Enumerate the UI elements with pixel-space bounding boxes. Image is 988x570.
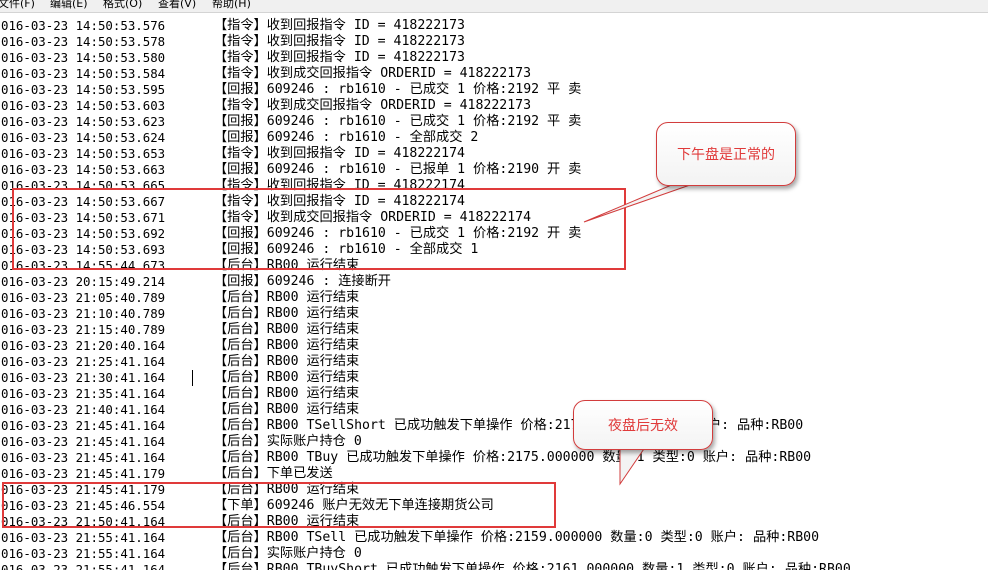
log-timestamp: 016-03-23 21:15:40.789: [1, 322, 166, 337]
log-timestamp: 016-03-23 14:50:53.671: [1, 210, 166, 225]
menu-bar: 文件(F) 编辑(E) 格式(O) 查看(V) 帮助(H): [0, 0, 988, 13]
log-message: 【回报】609246 : rb1610 - 已成交 1 价格:2192 开 卖: [214, 226, 582, 241]
log-message: 【后台】RB00 TSellShort 已成功触发下单操作 价格:2175 数量…: [214, 418, 804, 433]
log-timestamp: 016-03-23 21:10:40.789: [1, 306, 166, 321]
log-timestamp: 016-03-23 21:30:41.164: [1, 370, 166, 385]
log-timestamp: 016-03-23 14:50:53.576: [1, 18, 166, 33]
log-timestamp: 016-03-23 14:50:53.580: [1, 50, 166, 65]
log-message: 【回报】609246 : rb1610 - 已报单 1 价格:2190 开 卖: [214, 162, 582, 177]
log-timestamp: 016-03-23 14:50:53.623: [1, 114, 166, 129]
log-message: 【后台】RB00 运行结束: [214, 370, 360, 385]
log-timestamp: 016-03-23 14:50:53.692: [1, 226, 166, 241]
log-timestamp: 016-03-23 14:50:53.693: [1, 242, 166, 257]
menu-view[interactable]: 查看(V): [158, 0, 196, 11]
log-message: 【后台】RB00 运行结束: [214, 354, 360, 369]
log-message: 【后台】RB00 运行结束: [214, 386, 360, 401]
log-message: 【后台】RB00 运行结束: [214, 482, 360, 497]
log-timestamp: 016-03-23 14:50:53.624: [1, 130, 166, 145]
log-timestamp: 016-03-23 14:50:53.653: [1, 146, 166, 161]
log-timestamp: 016-03-23 14:50:53.578: [1, 34, 166, 49]
log-message: 【指令】收到回报指令 ID = 418222174: [214, 178, 465, 193]
log-timestamp: 016-03-23 21:45:41.164: [1, 434, 166, 449]
night-callout-text: 夜盘后无效: [608, 418, 678, 434]
log-message: 【后台】下单已发送: [214, 466, 333, 481]
log-timestamp: 016-03-23 21:50:41.164: [1, 514, 166, 529]
log-message: 【指令】收到成交回报指令 ORDERID = 418222173: [214, 98, 532, 113]
log-message: 【后台】实际账户持仓 0: [214, 546, 362, 561]
log-message: 【后台】RB00 运行结束: [214, 514, 360, 529]
log-timestamp: 016-03-23 21:25:41.164: [1, 354, 166, 369]
menu-file[interactable]: 文件(F): [0, 0, 35, 11]
log-timestamp: 016-03-23 14:50:53.595: [1, 82, 166, 97]
text-cursor: [192, 370, 193, 386]
log-timestamp: 016-03-23 14:50:53.584: [1, 66, 166, 81]
log-message: 【后台】RB00 TSell 已成功触发下单操作 价格:2159.000000 …: [214, 530, 820, 545]
log-message: 【后台】RB00 运行结束: [214, 258, 360, 273]
afternoon-callout: 下午盘是正常的: [656, 122, 796, 186]
log-message: 【下单】609246 账户无效无下单连接期货公司: [214, 498, 494, 513]
log-message: 【指令】收到回报指令 ID = 418222173: [214, 34, 465, 49]
log-message: 【后台】RB00 运行结束: [214, 306, 360, 321]
log-timestamp: 016-03-23 21:55:41.164: [1, 562, 166, 570]
log-timestamp: 016-03-23 21:45:46.554: [1, 498, 166, 513]
log-timestamp: 016-03-23 14:50:53.603: [1, 98, 166, 113]
log-text-area[interactable]: 016-03-23 14:50:53.576 【指令】收到回报指令 ID = 41…: [0, 16, 988, 570]
log-timestamp: 016-03-23 21:45:41.179: [1, 466, 166, 481]
log-timestamp: 016-03-23 21:55:41.164: [1, 546, 166, 561]
log-message: 【指令】收到回报指令 ID = 418222173: [214, 50, 465, 65]
log-timestamp: 016-03-23 21:45:41.164: [1, 450, 166, 465]
log-message: 【回报】609246 : rb1610 - 已成交 1 价格:2192 平 卖: [214, 82, 582, 97]
log-timestamp: 016-03-23 21:20:40.164: [1, 338, 166, 353]
log-timestamp: 016-03-23 21:35:41.164: [1, 386, 166, 401]
log-message: 【后台】RB00 TBuy 已成功触发下单操作 价格:2175.000000 数…: [214, 450, 812, 465]
log-timestamp: 016-03-23 14:50:53.663: [1, 162, 166, 177]
log-message: 【指令】收到回报指令 ID = 418222174: [214, 194, 465, 209]
log-message: 【后台】RB00 TBuyShort 已成功触发下单操作 价格:2161.000…: [214, 562, 851, 570]
night-callout: 夜盘后无效: [573, 400, 713, 450]
log-message: 【回报】609246 : rb1610 - 已成交 1 价格:2192 平 卖: [214, 114, 582, 129]
log-message: 【回报】609246 : rb1610 - 全部成交 1: [214, 242, 479, 257]
log-timestamp: 016-03-23 14:55:44.673: [1, 258, 166, 273]
log-message: 【后台】RB00 运行结束: [214, 290, 360, 305]
log-message: 【指令】收到回报指令 ID = 418222173: [214, 18, 465, 33]
log-message: 【指令】收到回报指令 ID = 418222174: [214, 146, 465, 161]
log-timestamp: 016-03-23 14:50:53.667: [1, 194, 166, 209]
log-timestamp: 016-03-23 21:55:41.164: [1, 530, 166, 545]
log-timestamp: 016-03-23 20:15:49.214: [1, 274, 166, 289]
log-timestamp: 016-03-23 21:45:41.164: [1, 418, 166, 433]
log-message: 【回报】609246 : 连接断开: [214, 274, 391, 289]
log-message: 【后台】RB00 运行结束: [214, 322, 360, 337]
log-timestamp: 016-03-23 21:40:41.164: [1, 402, 166, 417]
log-message: 【后台】RB00 运行结束: [214, 338, 360, 353]
log-message: 【回报】609246 : rb1610 - 全部成交 2: [214, 130, 479, 145]
log-message: 【指令】收到成交回报指令 ORDERID = 418222174: [214, 210, 532, 225]
menu-edit[interactable]: 编辑(E): [50, 0, 88, 11]
log-message: 【指令】收到成交回报指令 ORDERID = 418222173: [214, 66, 532, 81]
menu-help[interactable]: 帮助(H): [212, 0, 251, 11]
menu-format[interactable]: 格式(O): [103, 0, 142, 11]
log-timestamp: 016-03-23 21:05:40.789: [1, 290, 166, 305]
log-timestamp: 016-03-23 21:45:41.179: [1, 482, 166, 497]
log-timestamp: 016-03-23 14:50:53.665: [1, 178, 166, 193]
log-message: 【后台】实际账户持仓 0: [214, 434, 362, 449]
log-message: 【后台】RB00 运行结束: [214, 402, 360, 417]
afternoon-callout-text: 下午盘是正常的: [677, 147, 775, 163]
